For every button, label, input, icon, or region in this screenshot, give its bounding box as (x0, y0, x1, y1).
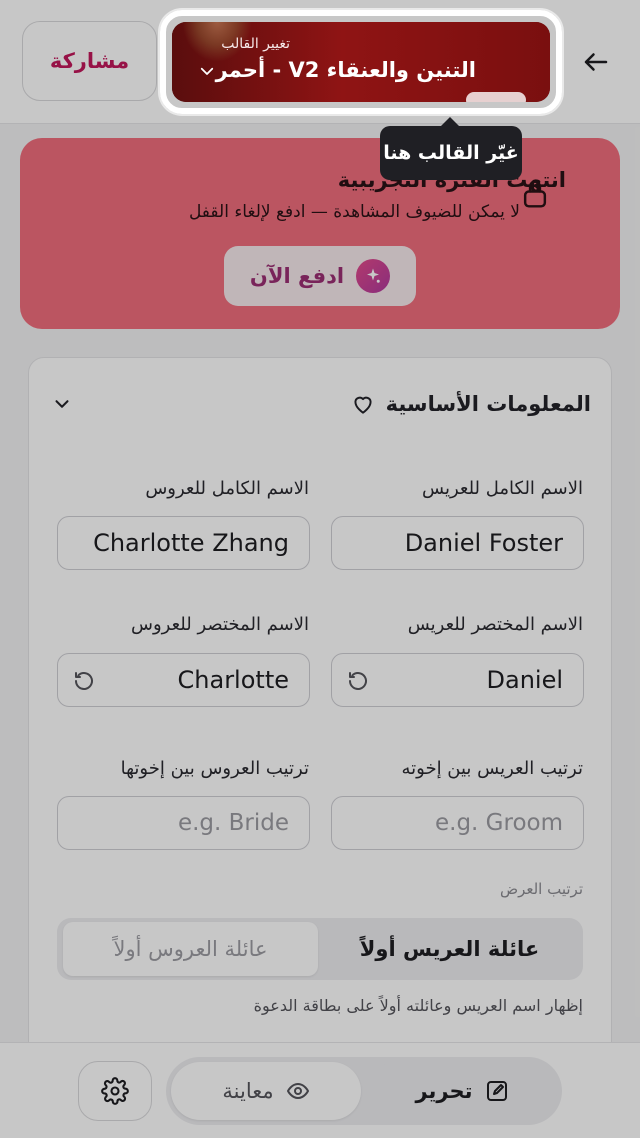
pay-now-label: ادفع الآن (249, 264, 345, 288)
share-button[interactable]: مشاركة (22, 21, 157, 101)
basic-info-card: المعلومات الأساسية الاسم الكامل للعريس ا… (28, 357, 612, 1077)
edit-label: تحرير (415, 1079, 473, 1103)
back-button[interactable] (572, 40, 620, 84)
chevron-down-icon[interactable] (51, 393, 73, 415)
groom-full-name-input[interactable]: Daniel Foster (331, 516, 584, 570)
groom-rank-placeholder: e.g. Groom (434, 810, 563, 836)
template-ornament (466, 92, 526, 102)
bride-rank-input[interactable]: e.g. Bride (57, 796, 310, 850)
template-caption: تغيير القالب (221, 36, 290, 52)
heart-icon (350, 391, 376, 417)
pay-now-button[interactable]: ادفع الآن (224, 246, 416, 306)
reset-icon[interactable] (346, 669, 370, 693)
bride-short-name-label: الاسم المختصر للعروس (131, 614, 309, 635)
bride-short-name-value: Charlotte (177, 666, 289, 694)
trial-subtitle: لا يمكن للضيوف المشاهدة — ادفع لإلغاء ال… (188, 202, 520, 222)
reset-icon[interactable] (72, 669, 96, 693)
settings-button[interactable] (78, 1061, 152, 1121)
lock-icon (520, 178, 550, 210)
groom-rank-label: ترتيب العريس بين إخوته (401, 758, 583, 779)
bride-rank-label: ترتيب العروس بين إخوتها (120, 758, 309, 779)
basic-info-header[interactable]: المعلومات الأساسية (51, 384, 591, 424)
preview-label: معاينة (222, 1079, 274, 1103)
groom-short-name-label: الاسم المختصر للعريس (407, 614, 583, 635)
groom-short-name-value: Daniel (486, 666, 564, 694)
bride-full-name-input[interactable]: Charlotte Zhang (57, 516, 310, 570)
template-tooltip: غيّر القالب هنا (380, 117, 522, 180)
preview-tab[interactable]: معاينة (171, 1062, 361, 1120)
bottom-bar: تحرير معاينة (0, 1042, 640, 1138)
bride-full-name-value: Charlotte Zhang (93, 529, 289, 557)
template-name: التنين والعنقاء V2 - أحمر (215, 58, 476, 82)
edit-icon (485, 1079, 509, 1103)
chevron-down-icon (198, 62, 216, 80)
section-title: المعلومات الأساسية (385, 392, 591, 416)
bride-rank-placeholder: e.g. Bride (177, 810, 289, 836)
groom-rank-input[interactable]: e.g. Groom (331, 796, 584, 850)
eye-icon (286, 1079, 310, 1103)
edit-tab[interactable]: تحرير (367, 1062, 557, 1120)
trial-expired-banner: انتهت الفترة التجريبية لا يمكن للضيوف ال… (20, 138, 620, 329)
display-order-help: إظهار اسم العريس وعائلته أولاً على بطاقة… (253, 996, 583, 1015)
template-switcher-highlighted[interactable]: تغيير القالب التنين والعنقاء V2 - أحمر (172, 22, 550, 102)
arrow-left-icon (581, 47, 611, 77)
groom-full-name-label: الاسم الكامل للعريس (422, 478, 583, 499)
bride-short-name-input[interactable]: Charlotte (57, 653, 310, 707)
edit-preview-toggle: تحرير معاينة (166, 1057, 562, 1125)
bride-family-first-option[interactable]: عائلة العروس أولاً (63, 922, 318, 976)
bride-full-name-label: الاسم الكامل للعروس (145, 478, 309, 499)
display-order-toggle: عائلة العريس أولاً عائلة العروس أولاً (57, 918, 583, 980)
groom-full-name-value: Daniel Foster (404, 529, 563, 557)
sparkle-icon (356, 259, 391, 293)
groom-family-first-option[interactable]: عائلة العريس أولاً (322, 922, 577, 976)
gear-icon (101, 1077, 129, 1105)
display-order-label: ترتيب العرض (499, 880, 583, 898)
groom-short-name-input[interactable]: Daniel (331, 653, 584, 707)
